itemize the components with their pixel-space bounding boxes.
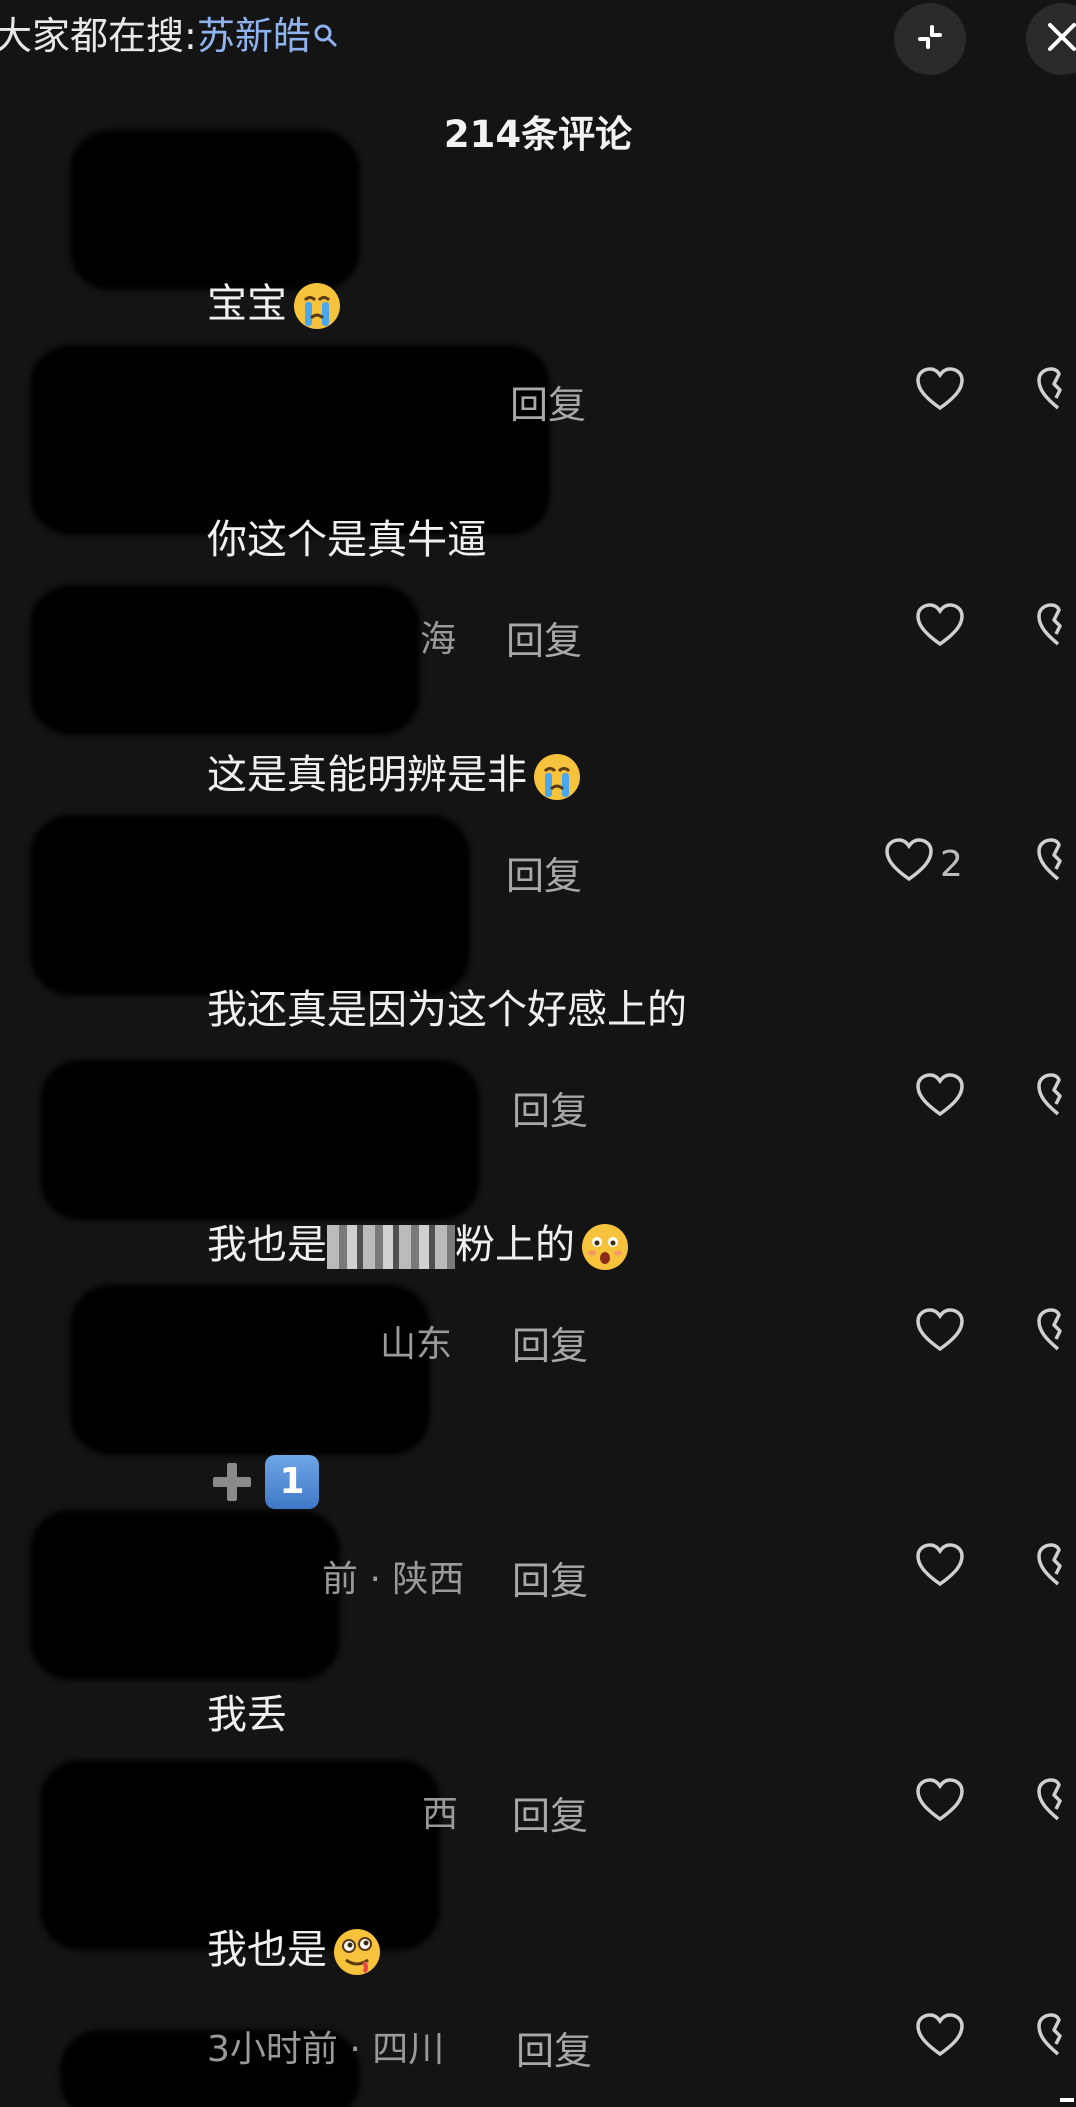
like-button[interactable] (915, 1307, 965, 1362)
close-button[interactable] (1026, 3, 1076, 75)
redaction-mark (70, 130, 360, 290)
like-button[interactable] (915, 1777, 965, 1832)
astonished-face-emoji (579, 1221, 631, 1273)
comment-item: 这是真能明辨是非 回复 2 (0, 745, 1076, 965)
reply-button[interactable]: 回复 (506, 845, 582, 900)
reply-button[interactable]: 回复 (512, 1080, 588, 1135)
comment-text: 我也是 粉上的 (207, 1215, 631, 1275)
dislike-button[interactable] (1036, 2012, 1076, 2062)
dislike-button[interactable] (1036, 1072, 1076, 1122)
comment-meta: 西 (422, 1794, 459, 1835)
heart-icon (915, 366, 965, 421)
dislike-button[interactable] (1036, 602, 1076, 652)
comment-text: 宝宝 (207, 274, 343, 334)
collapse-icon (910, 17, 950, 61)
comment-item: 我丢 西 回复 (0, 1685, 1076, 1905)
reply-button[interactable]: 回复 (512, 1785, 588, 1840)
home-indicator (1060, 2098, 1074, 2102)
dislike-button[interactable] (1036, 1307, 1076, 1357)
keycap-one: 1 (265, 1455, 319, 1509)
dislike-button[interactable] (1036, 366, 1076, 416)
comment-text: 我还真是因为这个好感上的 (207, 987, 687, 1033)
reply-button[interactable]: 回复 (510, 374, 586, 429)
comment-item: 宝宝 回复 (0, 274, 1076, 494)
comment-item: 我也是 3小时前 · 四川 回复 (0, 1920, 1076, 2107)
heart-icon (915, 2012, 965, 2067)
heart-icon (915, 1072, 965, 1127)
heart-icon (915, 602, 965, 657)
drooling-face-emoji (331, 1926, 383, 1978)
broken-heart-icon (1036, 2013, 1076, 2062)
reply-button[interactable]: 回复 (512, 1550, 588, 1605)
like-button[interactable]: 2 (884, 837, 963, 892)
comment-text: 我丢 (207, 1692, 287, 1738)
dislike-button[interactable] (1036, 837, 1076, 887)
comment-item: 我也是 粉上的 山东 回复 (0, 1215, 1076, 1435)
crying-face-emoji (531, 751, 583, 803)
collapse-button[interactable] (894, 3, 966, 75)
comment-meta: 3小时前 · 四川 (207, 2029, 445, 2070)
like-button[interactable] (915, 602, 965, 657)
search-icon[interactable] (313, 8, 339, 64)
like-button[interactable] (915, 366, 965, 421)
comment-item: 我还真是因为这个好感上的 回复 (0, 980, 1076, 1200)
comment-text: 我也是 (207, 1920, 383, 1980)
broken-heart-icon (1036, 838, 1076, 887)
search-suggestion[interactable]: 大家都在搜:苏新皓 (0, 8, 339, 64)
reply-button[interactable]: 回复 (512, 1315, 588, 1370)
like-button[interactable] (915, 1072, 965, 1127)
plus-icon (213, 1463, 251, 1501)
broken-heart-icon (1036, 1778, 1076, 1827)
comment-meta: 前 · 陕西 (322, 1559, 465, 1600)
comment-meta: 山东 (380, 1324, 453, 1365)
crying-face-emoji (291, 280, 343, 332)
heart-icon (915, 1542, 965, 1597)
comment-item: 你这个是真牛逼 海 回复 (0, 510, 1076, 730)
top-bar: 大家都在搜:苏新皓 (0, 0, 1076, 80)
mosaic-redaction (327, 1225, 455, 1269)
broken-heart-icon (1036, 1543, 1076, 1592)
broken-heart-icon (1036, 367, 1076, 416)
like-button[interactable] (915, 2012, 965, 2067)
broken-heart-icon (1036, 1073, 1076, 1122)
like-button[interactable] (915, 1542, 965, 1597)
like-count: 2 (940, 844, 963, 885)
heart-icon (884, 837, 934, 892)
comment-item: 1 前 · 陕西 回复 (0, 1450, 1076, 1670)
dislike-button[interactable] (1036, 1542, 1076, 1592)
heart-icon (915, 1307, 965, 1362)
heart-icon (915, 1777, 965, 1832)
broken-heart-icon (1036, 603, 1076, 652)
broken-heart-icon (1036, 1308, 1076, 1357)
comment-meta: 海 (420, 619, 457, 660)
reply-button[interactable]: 回复 (506, 610, 582, 665)
search-suggestion-term[interactable]: 苏新皓 (197, 14, 311, 58)
comment-text: 1 (207, 1450, 319, 1510)
dislike-button[interactable] (1036, 1777, 1076, 1827)
search-suggestion-prefix: 大家都在搜: (0, 14, 197, 58)
plus-one-emoji: 1 (207, 1455, 319, 1509)
comment-text: 你这个是真牛逼 (207, 517, 487, 563)
close-icon (1042, 17, 1076, 61)
comment-text: 这是真能明辨是非 (207, 745, 583, 805)
reply-button[interactable]: 回复 (516, 2020, 592, 2075)
